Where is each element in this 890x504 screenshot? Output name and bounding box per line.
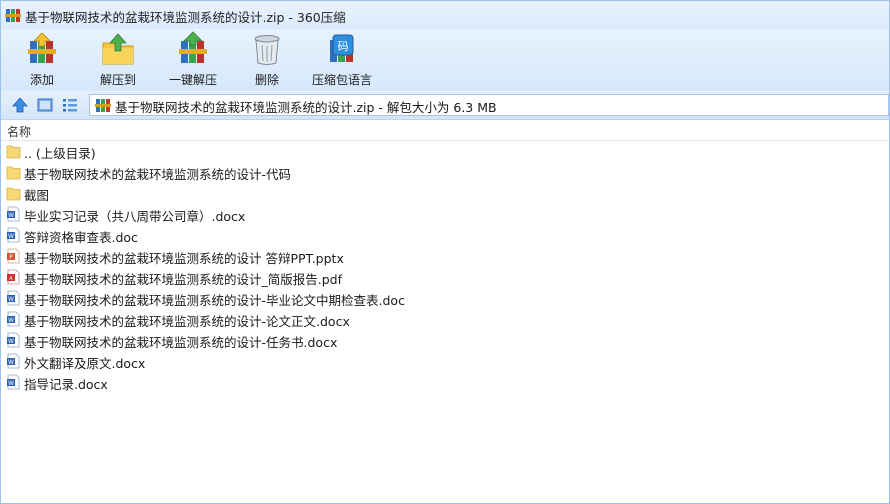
add-button[interactable]: 添加 [19, 31, 65, 89]
list-item-file[interactable]: W 基于物联网技术的盆栽环境监测系统的设计-论文正文.docx [1, 308, 889, 329]
file-name: .. (上级目录) [24, 146, 96, 161]
file-name: 截图 [24, 188, 50, 203]
word-doc-icon: W [7, 311, 20, 327]
file-name: 答辩资格审查表.doc [24, 230, 138, 245]
file-name: 外文翻译及原文.docx [24, 356, 146, 371]
path-field[interactable]: 基于物联网技术的盆栽环境监测系统的设计.zip - 解包大小为 6.3 MB [89, 94, 889, 116]
thumbnail-view-icon[interactable] [36, 96, 54, 114]
address-bar: 基于物联网技术的盆栽环境监测系统的设计.zip - 解包大小为 6.3 MB [1, 91, 889, 120]
list-item-file[interactable]: A 基于物联网技术的盆栽环境监测系统的设计_简版报告.pdf [1, 266, 889, 287]
word-doc-icon: W [7, 332, 20, 348]
word-doc-icon: W [7, 290, 20, 306]
one-click-extract-icon [179, 31, 207, 63]
file-name: 基于物联网技术的盆栽环境监测系统的设计-论文正文.docx [24, 314, 350, 329]
delete-button[interactable]: 删除 [245, 31, 289, 89]
name-column-header[interactable]: 名称 [1, 120, 889, 141]
list-item-file[interactable]: W 基于物联网技术的盆栽环境监测系统的设计-任务书.docx [1, 329, 889, 350]
list-item-parent-dir[interactable]: .. (上级目录) [1, 140, 889, 161]
path-text: 基于物联网技术的盆栽环境监测系统的设计.zip - 解包大小为 6.3 MB [115, 100, 497, 115]
word-doc-icon: W [7, 353, 20, 369]
extract-to-icon [102, 33, 134, 65]
add-label: 添加 [29, 73, 54, 87]
file-name: 基于物联网技术的盆栽环境监测系统的设计-代码 [24, 167, 292, 182]
winrar-app-icon [5, 9, 21, 22]
archive-language-button[interactable]: 码 压缩包语言 [309, 31, 375, 89]
svg-text:W: W [8, 212, 14, 219]
svg-text:P: P [9, 254, 13, 261]
svg-text:W: W [8, 380, 14, 387]
up-arrow-icon[interactable] [11, 96, 29, 114]
list-view-icon[interactable] [61, 96, 79, 114]
list-item-file[interactable]: W 外文翻译及原文.docx [1, 350, 889, 371]
list-item-file[interactable]: W 毕业实习记录（共八周带公司章）.docx [1, 203, 889, 224]
extract-to-label: 解压到 [99, 73, 136, 87]
svg-text:W: W [8, 359, 14, 366]
title-bar[interactable]: 基于物联网技术的盆栽环境监测系统的设计.zip - 360压缩 [1, 1, 889, 29]
archive-language-label: 压缩包语言 [311, 73, 372, 87]
file-list: .. (上级目录) 基于物联网技术的盆栽环境监测系统的设计-代码 截图 W 毕业… [1, 140, 889, 392]
file-name: 基于物联网技术的盆栽环境监测系统的设计-毕业论文中期检查表.doc [24, 293, 405, 308]
one-click-extract-label: 一键解压 [168, 73, 217, 87]
file-name: 基于物联网技术的盆栽环境监测系统的设计 答辩PPT.pptx [24, 251, 344, 266]
folder-icon [6, 145, 21, 159]
list-item-file[interactable]: W 指导记录.docx [1, 371, 889, 392]
one-click-extract-button[interactable]: 一键解压 [165, 31, 221, 89]
folder-icon [6, 187, 21, 201]
extract-to-button[interactable]: 解压到 [93, 31, 143, 89]
list-item-file[interactable]: W 基于物联网技术的盆栽环境监测系统的设计-毕业论文中期检查表.doc [1, 287, 889, 308]
svg-text:A: A [9, 276, 13, 282]
file-name: 毕业实习记录（共八周带公司章）.docx [24, 209, 246, 224]
list-item-file[interactable]: W 答辩资格审查表.doc [1, 224, 889, 245]
svg-text:码: 码 [338, 40, 349, 53]
name-column-label: 名称 [7, 125, 32, 139]
add-archive-icon [28, 32, 56, 63]
word-doc-icon: W [7, 227, 20, 243]
pdf-icon: A [7, 269, 20, 285]
file-name: 基于物联网技术的盆栽环境监测系统的设计-任务书.docx [24, 335, 338, 350]
powerpoint-icon: P [7, 248, 20, 264]
svg-text:W: W [8, 317, 14, 324]
app-window: 基于物联网技术的盆栽环境监测系统的设计.zip - 360压缩 添加 解压到 一… [0, 0, 890, 504]
archive-icon [95, 99, 111, 112]
list-item-folder[interactable]: 基于物联网技术的盆栽环境监测系统的设计-代码 [1, 161, 889, 182]
delete-trash-icon [254, 35, 280, 65]
svg-text:W: W [8, 338, 14, 345]
file-name: 基于物联网技术的盆栽环境监测系统的设计_简版报告.pdf [24, 272, 342, 287]
delete-label: 删除 [254, 73, 279, 87]
list-item-file[interactable]: P 基于物联网技术的盆栽环境监测系统的设计 答辩PPT.pptx [1, 245, 889, 266]
window-title: 基于物联网技术的盆栽环境监测系统的设计.zip - 360压缩 [25, 10, 346, 25]
svg-text:W: W [8, 233, 14, 240]
archive-language-icon: 码 [330, 34, 354, 62]
folder-icon [6, 166, 21, 180]
list-item-folder[interactable]: 截图 [1, 182, 889, 203]
main-toolbar: 添加 解压到 一键解压 删除 码 压缩包语言 [1, 29, 889, 91]
file-name: 指导记录.docx [24, 377, 108, 392]
word-doc-icon: W [7, 374, 20, 390]
svg-text:W: W [8, 296, 14, 303]
word-doc-icon: W [7, 206, 20, 222]
